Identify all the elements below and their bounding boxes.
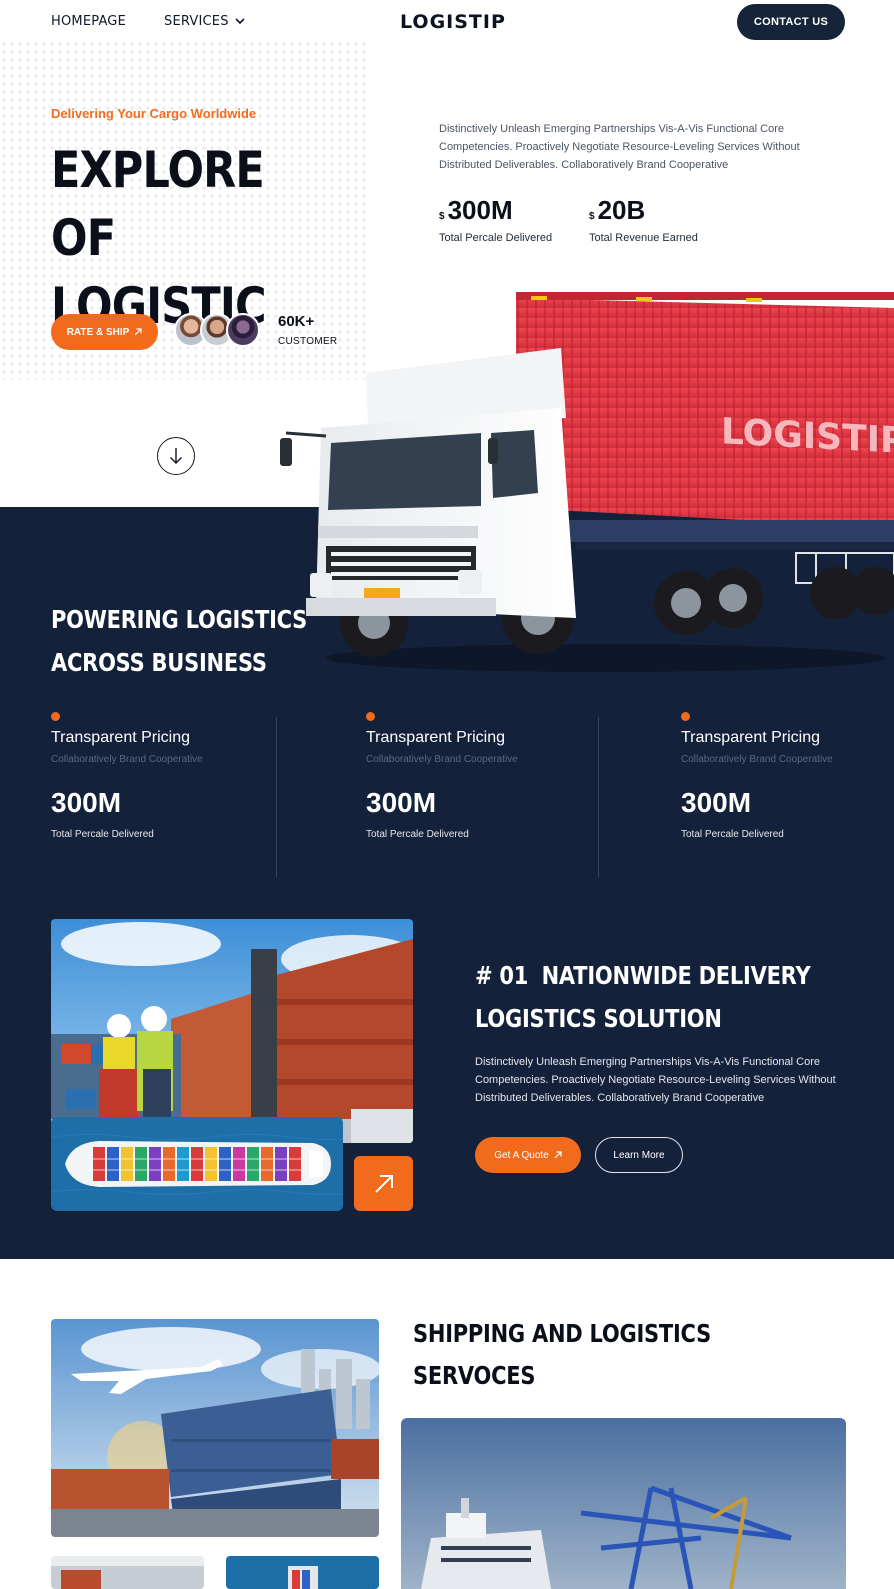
hero-description: Distinctively Unleash Emerging Partnersh… [439, 123, 800, 171]
port-workers-image [51, 919, 413, 1143]
feature-card: Transparent Pricing Collaboratively Bran… [681, 712, 891, 840]
shipping-title: SHIPPING AND LOGISTICS SERVOCES [413, 1313, 766, 1397]
feature-divider [276, 717, 277, 877]
stat-value: 300M [447, 195, 513, 225]
ship-top-image [226, 1556, 379, 1589]
powering-title-line2: ACROSS BUSINESS [51, 648, 267, 677]
hero-title-line1: EXPLORE OF [51, 141, 265, 267]
shipping-title-line1: SHIPPING AND LOGISTICS [413, 1319, 711, 1348]
arrow-up-right-icon [554, 1151, 562, 1159]
feature-dot [681, 712, 690, 721]
feature-title: Transparent Pricing [51, 729, 191, 746]
stat-revenue: $20B Total Revenue Earned [589, 195, 698, 244]
arrow-up-right-icon [134, 328, 142, 336]
cargo-ship-image [51, 1117, 343, 1211]
scroll-down-button[interactable] [157, 437, 195, 475]
port-crane-image [401, 1418, 846, 1589]
feature-dot [51, 712, 60, 721]
nationwide-title-line2: LOGISTICS SOLUTION [475, 1004, 722, 1033]
nationwide-title-line1: # 01 NATIONWIDE DELIVERY [475, 954, 811, 997]
contact-us-button[interactable]: CONTACT US [737, 4, 845, 40]
stat-label: Total Revenue Earned [589, 232, 698, 244]
feature-card: Transparent Pricing Collaboratively Bran… [51, 712, 271, 840]
stat-label: Total Percale Delivered [439, 232, 553, 244]
stat-value: 20B [597, 195, 646, 225]
nav-services-label: SERVICES [164, 14, 229, 29]
feature-divider [598, 717, 599, 877]
nationwide-title-text: NATIONWIDE DELIVERY [541, 961, 811, 990]
stat-delivered: $300M Total Percale Delivered [439, 195, 552, 244]
feature-value: 300M [681, 787, 752, 818]
arrow-up-right-icon [374, 1174, 393, 1193]
feature-title: Transparent Pricing [366, 729, 506, 746]
shipping-title-line2: SERVOCES [413, 1361, 536, 1390]
feature-title: Transparent Pricing [681, 729, 821, 746]
nav-homepage[interactable]: HOMEPAGE [51, 14, 126, 29]
feature-subtitle: Collaboratively Brand Cooperative [51, 754, 203, 765]
feature-value: 300M [51, 787, 122, 818]
stat-currency: $ [439, 211, 445, 222]
get-quote-label: Get A Quote [494, 1149, 549, 1161]
powering-title: POWERING LOGISTICS ACROSS BUSINESS [51, 598, 328, 684]
plane-containers-image [51, 1319, 379, 1537]
warehouse-image [51, 1556, 204, 1589]
avatar [226, 313, 260, 347]
nationwide-description: Distinctively Unleash Emerging Partnersh… [475, 1056, 836, 1104]
hero-kicker: Delivering Your Cargo Worldwide [51, 106, 257, 121]
truck-image: LOGISTIP [280, 292, 894, 672]
feature-value: 300M [366, 787, 437, 818]
rate-ship-button[interactable]: RATE & SHIP [51, 314, 158, 350]
feature-label: Total Percale Delivered [681, 829, 784, 840]
stat-currency: $ [589, 211, 595, 222]
feature-subtitle: Collaboratively Brand Cooperative [681, 754, 833, 765]
customer-avatars [174, 313, 260, 347]
logo[interactable]: LOGISTIP [400, 11, 506, 33]
feature-label: Total Percale Delivered [51, 829, 154, 840]
open-arrow-button[interactable] [354, 1156, 413, 1211]
feature-card: Transparent Pricing Collaboratively Bran… [366, 712, 586, 840]
nationwide-number: # 01 [475, 961, 529, 990]
arrow-down-icon [170, 448, 182, 464]
rate-ship-label: RATE & SHIP [66, 326, 130, 338]
chevron-down-icon [235, 18, 245, 25]
nationwide-title: # 01 NATIONWIDE DELIVERY LOGISTICS SOLUTI… [475, 954, 811, 1040]
feature-dot [366, 712, 375, 721]
get-quote-button[interactable]: Get A Quote [475, 1137, 581, 1173]
nav-services[interactable]: SERVICES [164, 14, 245, 29]
learn-more-button[interactable]: Learn More [595, 1137, 683, 1173]
feature-subtitle: Collaboratively Brand Cooperative [366, 754, 518, 765]
feature-label: Total Percale Delivered [366, 829, 469, 840]
powering-title-line1: POWERING LOGISTICS [51, 605, 308, 634]
